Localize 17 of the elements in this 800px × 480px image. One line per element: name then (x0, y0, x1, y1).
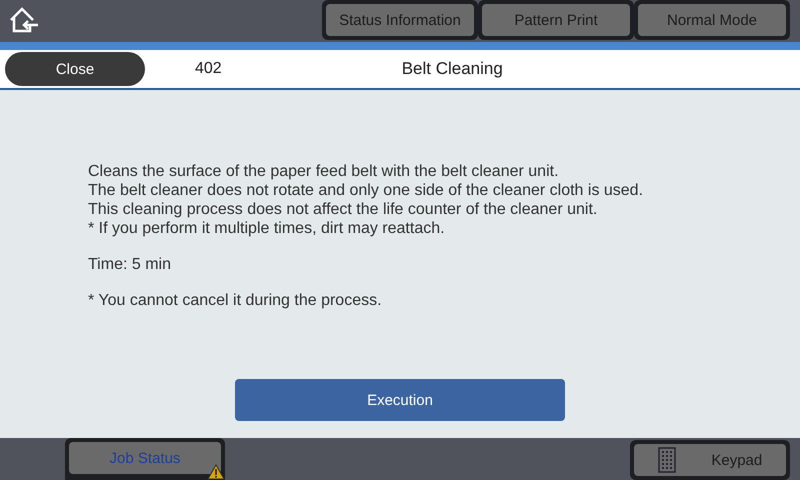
top-bar-button[interactable]: Normal Mode (638, 4, 786, 36)
description-line: Cleans the surface of the paper feed belt with the belt cleaner unit. (88, 162, 560, 181)
keypad-icon (658, 447, 676, 473)
item-number: 402 (195, 60, 222, 78)
top-bar-button[interactable]: Pattern Print (482, 4, 630, 36)
keypad-button[interactable]: Keypad (634, 444, 786, 476)
description-line: The belt cleaner does not rotate and only one side of the cleaner cloth is used. (88, 181, 644, 200)
time-text: Time: 5 min (88, 255, 172, 274)
home-icon (8, 6, 40, 34)
job-status-button[interactable]: Job Status (69, 442, 221, 474)
description-line: This cleaning process does not affect the life counter of the cleaner unit. (88, 200, 598, 219)
close-button[interactable]: Close (5, 52, 145, 86)
screen-title: Belt Cleaning (402, 59, 503, 79)
top-bar-button[interactable]: Status Information (326, 4, 474, 36)
description-line: * If you perform it multiple times, dirt may reattach. (88, 219, 446, 238)
execution-button[interactable]: Execution (235, 379, 565, 421)
note-text: * You cannot cancel it during the process. (88, 291, 383, 310)
